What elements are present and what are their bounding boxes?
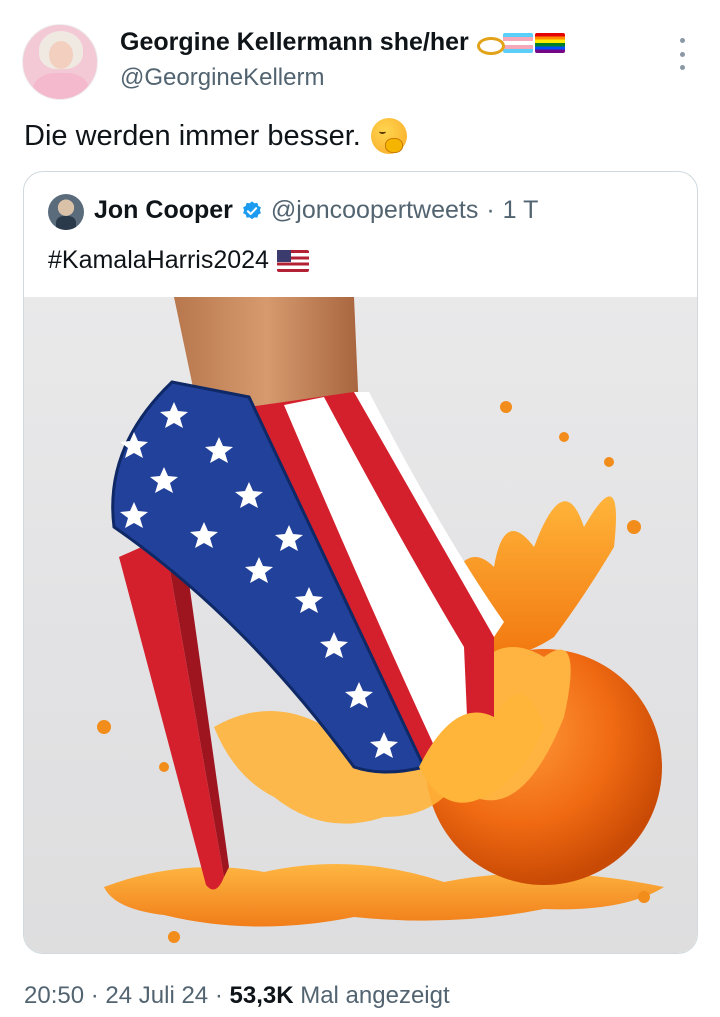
author-name-row[interactable]: Georgine Kellermann she/her: [120, 28, 565, 57]
tweet-text-content: Die werden immer besser.: [24, 119, 361, 152]
tweet-date[interactable]: 24 Juli 24: [105, 982, 208, 1009]
more-dot-icon: [679, 51, 685, 57]
rainbow-flag-icon: [534, 32, 565, 53]
avatar-face: [49, 41, 73, 69]
quoted-name-row: Jon Cooper @joncoopertweets · 1 T: [94, 196, 538, 225]
quoted-display-name[interactable]: Jon Cooper: [94, 196, 233, 225]
more-dot-icon: [679, 65, 685, 70]
more-dot-icon: [679, 38, 685, 43]
quoted-separator: ·: [486, 196, 495, 224]
high-heel-shoe-stomping-orange-icon: [97, 297, 664, 943]
author-name-emojis: [475, 32, 565, 55]
tweet-time[interactable]: 20:50: [24, 982, 84, 1009]
author-handle[interactable]: @GeorgineKellerm: [120, 64, 324, 92]
quoted-handle[interactable]: @joncoopertweets: [271, 196, 478, 225]
hashtag-link[interactable]: #KamalaHarris2024: [48, 246, 269, 275]
quoted-author-avatar[interactable]: [48, 194, 84, 230]
quoted-media-image[interactable]: [24, 297, 697, 953]
meta-separator: ·: [90, 982, 99, 1009]
us-flag-icon: [276, 249, 309, 272]
quoted-tweet-card[interactable]: Jon Cooper @joncoopertweets · 1 T #Kamal…: [23, 171, 698, 954]
quoted-text: #KamalaHarris2024: [48, 246, 309, 275]
face-with-hand-over-mouth-icon: [370, 118, 407, 154]
tweet-meta: 20:50 · 24 Juli 24 · 53,3K Mal angezeigt: [24, 982, 450, 1010]
verified-badge-icon: [243, 200, 261, 219]
meta-separator: ·: [214, 982, 223, 1009]
postal-horn-icon: [475, 33, 505, 55]
quoted-age[interactable]: 1 T: [503, 196, 539, 225]
tweet-text: Die werden immer besser.: [24, 118, 407, 154]
author-avatar[interactable]: [22, 24, 98, 100]
avatar-body: [33, 73, 89, 99]
author-display-name[interactable]: Georgine Kellermann she/her: [120, 28, 469, 57]
views-label: Mal angezeigt: [300, 982, 450, 1009]
more-options-button[interactable]: [672, 38, 692, 70]
views-count[interactable]: 53,3K: [230, 982, 294, 1009]
transgender-flag-icon: [502, 32, 533, 53]
tweet: Georgine Kellermann she/her @GeorgineKel…: [0, 0, 720, 1017]
